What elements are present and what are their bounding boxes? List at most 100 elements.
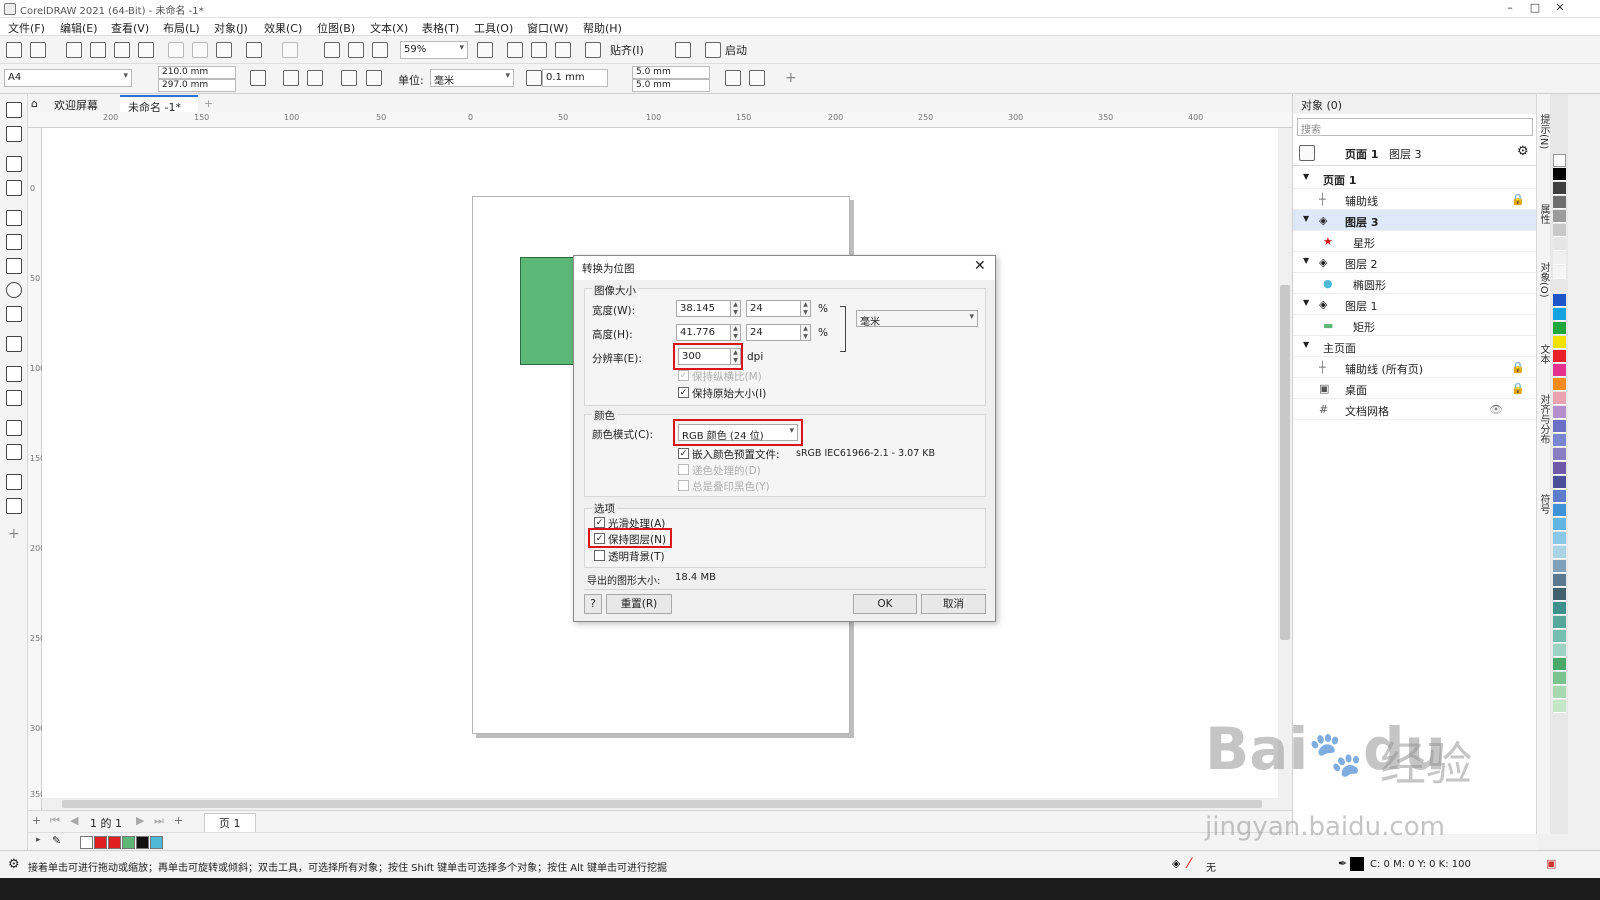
duplicate-y-input[interactable]: 5.0 mm bbox=[632, 79, 710, 92]
width-spinner[interactable]: ▲ ▼ bbox=[730, 300, 741, 317]
overprint-black-checkbox[interactable] bbox=[678, 480, 689, 491]
green-swatch[interactable] bbox=[1553, 686, 1566, 699]
page-size-select[interactable]: A4 bbox=[4, 69, 132, 87]
tree-row-rectangle[interactable]: ▬ 矩形 bbox=[1293, 315, 1537, 336]
tree-row-page[interactable]: ▼ 页面 1 bbox=[1293, 168, 1537, 189]
color-proof-icon[interactable]: ▣ bbox=[1546, 857, 1556, 870]
objects-search-input[interactable]: 搜索 bbox=[1297, 118, 1533, 136]
tree-row-master-guides[interactable]: ┼ 辅助线 (所有页) 🔒 bbox=[1293, 357, 1537, 378]
green-swatch[interactable] bbox=[122, 836, 135, 849]
tree-row-layer1[interactable]: ▼ ◈ 图层 1 bbox=[1293, 294, 1537, 315]
blue-swatch[interactable] bbox=[1553, 504, 1566, 517]
page-layout-icon[interactable] bbox=[341, 70, 357, 86]
tree-row-master-page[interactable]: ▼ 主页面 bbox=[1293, 336, 1537, 357]
green-swatch[interactable] bbox=[1553, 700, 1566, 713]
artistic-media-icon[interactable] bbox=[6, 234, 22, 250]
violet-swatch[interactable] bbox=[1553, 420, 1566, 433]
parallel-dimension-icon[interactable] bbox=[6, 366, 22, 382]
add-property-icon[interactable]: + bbox=[785, 70, 797, 86]
yellow-swatch[interactable] bbox=[1553, 336, 1566, 349]
menu-view[interactable]: 查看(V) bbox=[111, 20, 149, 36]
full-screen-icon[interactable] bbox=[477, 42, 493, 58]
menu-table[interactable]: 表格(T) bbox=[422, 20, 459, 36]
menu-effects[interactable]: 效果(C) bbox=[264, 20, 302, 36]
cloud-download-icon[interactable] bbox=[90, 42, 106, 58]
white-swatch[interactable] bbox=[1553, 154, 1566, 167]
dither-checkbox[interactable] bbox=[678, 464, 689, 475]
export-icon[interactable] bbox=[348, 42, 364, 58]
print-icon[interactable] bbox=[138, 42, 154, 58]
add-page-icon[interactable]: + bbox=[32, 814, 41, 827]
landscape-icon[interactable] bbox=[307, 70, 323, 86]
black-swatch[interactable] bbox=[136, 836, 149, 849]
import-icon[interactable] bbox=[324, 42, 340, 58]
shape-tool-icon[interactable] bbox=[6, 126, 22, 142]
unit-select[interactable]: 毫米 bbox=[430, 69, 514, 87]
grid-icon[interactable] bbox=[531, 42, 547, 58]
reset-button[interactable]: 重置(R) bbox=[606, 594, 672, 614]
green-swatch[interactable] bbox=[1553, 672, 1566, 685]
cloud-upload-icon[interactable] bbox=[114, 42, 130, 58]
eye-icon[interactable]: 👁 bbox=[1489, 403, 1503, 416]
gray-swatch[interactable] bbox=[1553, 196, 1566, 209]
height-percent-input[interactable]: 24 bbox=[746, 324, 801, 341]
menu-bitmap[interactable]: 位图(B) bbox=[317, 20, 355, 36]
side-tab-text[interactable]: 文本 bbox=[1537, 344, 1551, 364]
red-swatch[interactable] bbox=[1553, 350, 1566, 363]
magenta-swatch[interactable] bbox=[1553, 364, 1566, 377]
last-page-icon[interactable]: ⏭ bbox=[154, 814, 164, 828]
menu-help[interactable]: 帮助(H) bbox=[583, 20, 622, 36]
pink-swatch[interactable] bbox=[1553, 392, 1566, 405]
drop-shadow-icon[interactable] bbox=[6, 420, 22, 436]
transparent-bg-checkbox[interactable] bbox=[594, 550, 605, 561]
horizontal-scroll-thumb[interactable] bbox=[62, 800, 1262, 808]
snap-icon[interactable] bbox=[585, 42, 601, 58]
launch-icon[interactable] bbox=[705, 42, 721, 58]
unit-select[interactable]: 毫米 bbox=[856, 310, 978, 328]
width-percent-spinner[interactable]: ▲ ▼ bbox=[800, 300, 811, 317]
cyan-swatch[interactable] bbox=[150, 836, 163, 849]
gear-icon[interactable] bbox=[675, 42, 691, 58]
paste-icon[interactable] bbox=[216, 42, 232, 58]
tree-row-doc-grid[interactable]: # 文档网格 👁 bbox=[1293, 399, 1537, 420]
interactive-fill-icon[interactable] bbox=[6, 498, 22, 514]
mint-swatch[interactable] bbox=[1553, 644, 1566, 657]
next-page-icon[interactable]: ▶ bbox=[136, 814, 144, 827]
width-percent-input[interactable]: 24 bbox=[746, 300, 801, 317]
edit-draw-icon[interactable] bbox=[749, 70, 765, 86]
page-tab[interactable]: 页 1 bbox=[204, 813, 256, 833]
polygon-tool-icon[interactable] bbox=[6, 306, 22, 322]
side-tab-align[interactable]: 对齐与分布 bbox=[1537, 394, 1551, 444]
zoom-tool-icon[interactable] bbox=[6, 180, 22, 196]
gray-swatch[interactable] bbox=[1553, 210, 1566, 223]
tab-document[interactable]: 未命名 -1* bbox=[120, 95, 198, 114]
slate-swatch[interactable] bbox=[1553, 588, 1566, 601]
rectangle-tool-icon[interactable] bbox=[6, 258, 22, 274]
gray-swatch[interactable] bbox=[1553, 182, 1566, 195]
bleed-icon[interactable] bbox=[366, 70, 382, 86]
indigo-swatch[interactable] bbox=[1553, 462, 1566, 475]
tree-row-ellipse[interactable]: ● 椭圆形 bbox=[1293, 273, 1537, 294]
side-tab-objects[interactable]: 对象(O) bbox=[1537, 262, 1551, 298]
gray-swatch[interactable] bbox=[1553, 266, 1566, 279]
eyedropper-icon[interactable] bbox=[6, 474, 22, 490]
purple-swatch[interactable] bbox=[1553, 406, 1566, 419]
gear-icon[interactable]: ⚙ bbox=[1517, 144, 1529, 159]
copy-icon[interactable] bbox=[192, 42, 208, 58]
first-page-icon[interactable]: ⏮ bbox=[50, 814, 60, 828]
tab-welcome[interactable]: 欢迎屏幕 bbox=[46, 95, 106, 112]
duplicate-x-input[interactable]: 5.0 mm bbox=[632, 66, 710, 79]
nudge-distance-input[interactable]: 0.1 mm bbox=[542, 69, 608, 87]
pdf-icon[interactable] bbox=[372, 42, 388, 58]
cyan-swatch[interactable] bbox=[1553, 308, 1566, 321]
slate-swatch[interactable] bbox=[1553, 560, 1566, 573]
freehand-tool-icon[interactable] bbox=[6, 210, 22, 226]
portrait-icon[interactable] bbox=[283, 70, 299, 86]
height-percent-spinner[interactable]: ▲ ▼ bbox=[800, 324, 811, 341]
green-swatch[interactable] bbox=[1553, 322, 1566, 335]
gear-icon[interactable]: ⚙ bbox=[8, 857, 20, 872]
minimize-button[interactable]: – bbox=[1500, 1, 1520, 17]
zoom-level-select[interactable]: 59% bbox=[400, 41, 468, 59]
no-color-swatch[interactable] bbox=[80, 836, 93, 849]
maximize-button[interactable]: □ bbox=[1525, 1, 1545, 17]
